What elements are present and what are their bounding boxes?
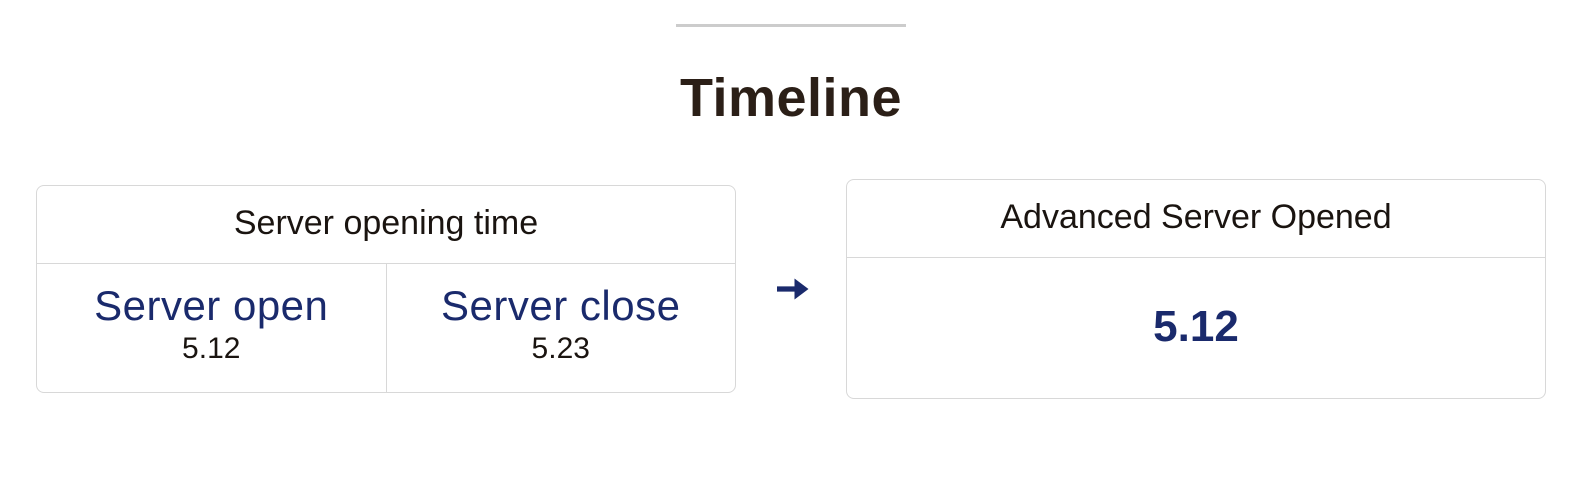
server-opening-time-box: Server opening time Server open 5.12 Ser… — [36, 185, 736, 393]
box-header-right: Advanced Server Opened — [847, 180, 1545, 258]
divider — [676, 24, 906, 27]
server-close-cell: Server close 5.23 — [386, 264, 736, 392]
advanced-server-opened-box: Advanced Server Opened 5.12 — [846, 179, 1546, 399]
page-title: Timeline — [680, 67, 902, 129]
server-open-cell: Server open 5.12 — [37, 264, 386, 392]
server-close-date: 5.23 — [387, 332, 736, 366]
arrow-right-icon — [766, 268, 816, 310]
box-header-left: Server opening time — [37, 186, 735, 264]
timeline-row: Server opening time Server open 5.12 Ser… — [36, 179, 1546, 399]
box-body-left: Server open 5.12 Server close 5.23 — [37, 264, 735, 392]
server-open-label: Server open — [37, 282, 386, 330]
server-close-label: Server close — [387, 282, 736, 330]
advanced-server-date: 5.12 — [847, 258, 1545, 398]
server-open-date: 5.12 — [37, 332, 386, 366]
